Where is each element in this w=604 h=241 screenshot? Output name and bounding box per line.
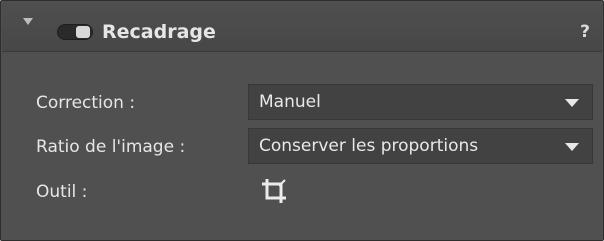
- chevron-down-icon: [565, 99, 579, 107]
- chevron-down-icon: [565, 143, 579, 151]
- correction-value: Manuel: [259, 92, 321, 112]
- correction-select[interactable]: Manuel: [248, 84, 593, 120]
- ratio-select[interactable]: Conserver les proportions: [248, 128, 593, 164]
- ratio-label: Ratio de l'image :: [36, 137, 186, 157]
- crop-panel: Recadrage ? Correction : Manuel Ratio de…: [0, 0, 604, 241]
- tool-label: Outil :: [36, 182, 88, 202]
- toggle-knob: [76, 26, 90, 38]
- enable-toggle[interactable]: [57, 24, 93, 40]
- panel-title: Recadrage: [102, 21, 216, 43]
- collapse-triangle-icon[interactable]: [21, 14, 35, 28]
- panel-header: Recadrage ?: [2, 2, 602, 52]
- ratio-value: Conserver les proportions: [259, 136, 479, 156]
- correction-label: Correction :: [36, 93, 136, 113]
- help-button[interactable]: ?: [580, 21, 590, 43]
- crop-icon[interactable]: [259, 176, 289, 206]
